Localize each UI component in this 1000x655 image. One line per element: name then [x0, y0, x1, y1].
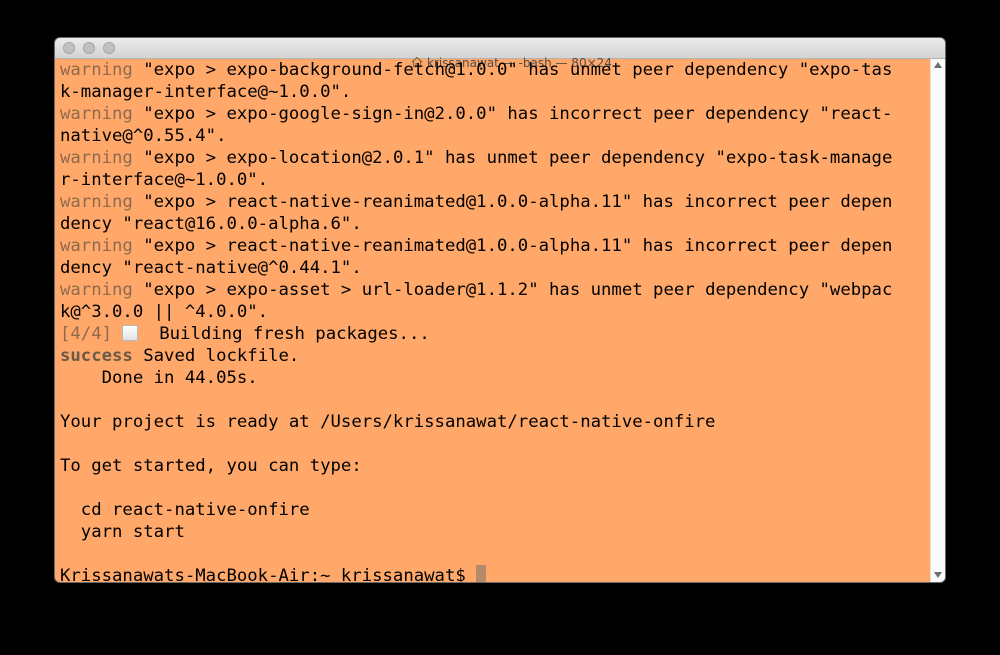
terminal-output[interactable]: warning "expo > expo-background-fetch@1.… — [60, 59, 926, 582]
output-text: dency "react@16.0.0-alpha.6". — [60, 214, 362, 234]
warning-label: warning — [60, 60, 133, 80]
warning-label: warning — [60, 148, 133, 168]
terminal-window: krissanawat — -bash — 80×24 warning "exp… — [55, 38, 945, 582]
output-line: k@^3.0.0 || ^4.0.0". — [60, 301, 268, 323]
warning-label: warning — [60, 236, 133, 256]
output-line: warning "expo > expo-asset > url-loader@… — [60, 279, 892, 301]
output-line: native@^0.55.4". — [60, 125, 226, 147]
output-text: dency "react-native@^0.44.1". — [60, 258, 362, 278]
step-text: Building fresh packages... — [138, 324, 430, 344]
output-line: warning "expo > expo-background-fetch@1.… — [60, 59, 892, 81]
success-label: success — [60, 346, 133, 366]
ready-line: Your project is ready at /Users/krissana… — [60, 412, 716, 432]
output-text: "expo > expo-google-sign-in@2.0.0" has i… — [132, 104, 893, 124]
done-line: Done in 44.05s. — [60, 368, 258, 388]
output-line: warning "expo > expo-location@2.0.1" has… — [60, 147, 892, 169]
command-line: yarn start — [60, 522, 185, 542]
command-line: cd react-native-onfire — [60, 500, 310, 520]
output-line: k-manager-interface@~1.0.0". — [60, 81, 351, 103]
prompt-line[interactable]: Krissanawats-MacBook-Air:~ krissanawat$ — [60, 565, 487, 582]
vertical-scrollbar[interactable] — [930, 59, 945, 582]
output-text: r-interface@~1.0.0". — [60, 170, 269, 190]
output-text: "expo > react-native-reanimated@1.0.0-al… — [132, 236, 893, 256]
output-text: "expo > react-native-reanimated@1.0.0-al… — [132, 192, 893, 212]
output-line: r-interface@~1.0.0". — [60, 169, 268, 191]
output-line: dency "react@16.0.0-alpha.6". — [60, 213, 362, 235]
success-text: Saved lockfile. — [132, 346, 300, 366]
scroll-up-icon[interactable] — [934, 62, 942, 68]
scroll-down-icon[interactable] — [934, 572, 942, 578]
output-text: "expo > expo-asset > url-loader@1.1.2" h… — [132, 280, 893, 300]
output-text: "expo > expo-location@2.0.1" has unmet p… — [132, 148, 893, 168]
output-text: k@^3.0.0 || ^4.0.0". — [60, 302, 269, 322]
output-line: dency "react-native@^0.44.1". — [60, 257, 362, 279]
output-line: warning "expo > react-native-reanimated@… — [60, 191, 892, 213]
step-label: [4/4] — [60, 324, 113, 344]
output-text: k-manager-interface@~1.0.0". — [60, 82, 352, 102]
text-cursor — [476, 565, 487, 582]
package-icon — [122, 325, 139, 341]
warning-label: warning — [60, 192, 133, 212]
title-bar[interactable]: krissanawat — -bash — 80×24 — [55, 38, 945, 70]
output-text: "expo > expo-background-fetch@1.0.0" has… — [132, 60, 893, 80]
success-line: success Saved lockfile. — [60, 345, 299, 367]
output-line: warning "expo > expo-google-sign-in@2.0.… — [60, 103, 892, 125]
shell-prompt: Krissanawats-MacBook-Air:~ krissanawat$ — [60, 566, 477, 582]
output-text: native@^0.55.4". — [60, 126, 227, 146]
get-started-line: To get started, you can type: — [60, 456, 362, 476]
output-line: warning "expo > react-native-reanimated@… — [60, 235, 892, 257]
step-line: [4/4] Building fresh packages... — [60, 323, 430, 345]
warning-label: warning — [60, 104, 133, 124]
warning-label: warning — [60, 280, 133, 300]
